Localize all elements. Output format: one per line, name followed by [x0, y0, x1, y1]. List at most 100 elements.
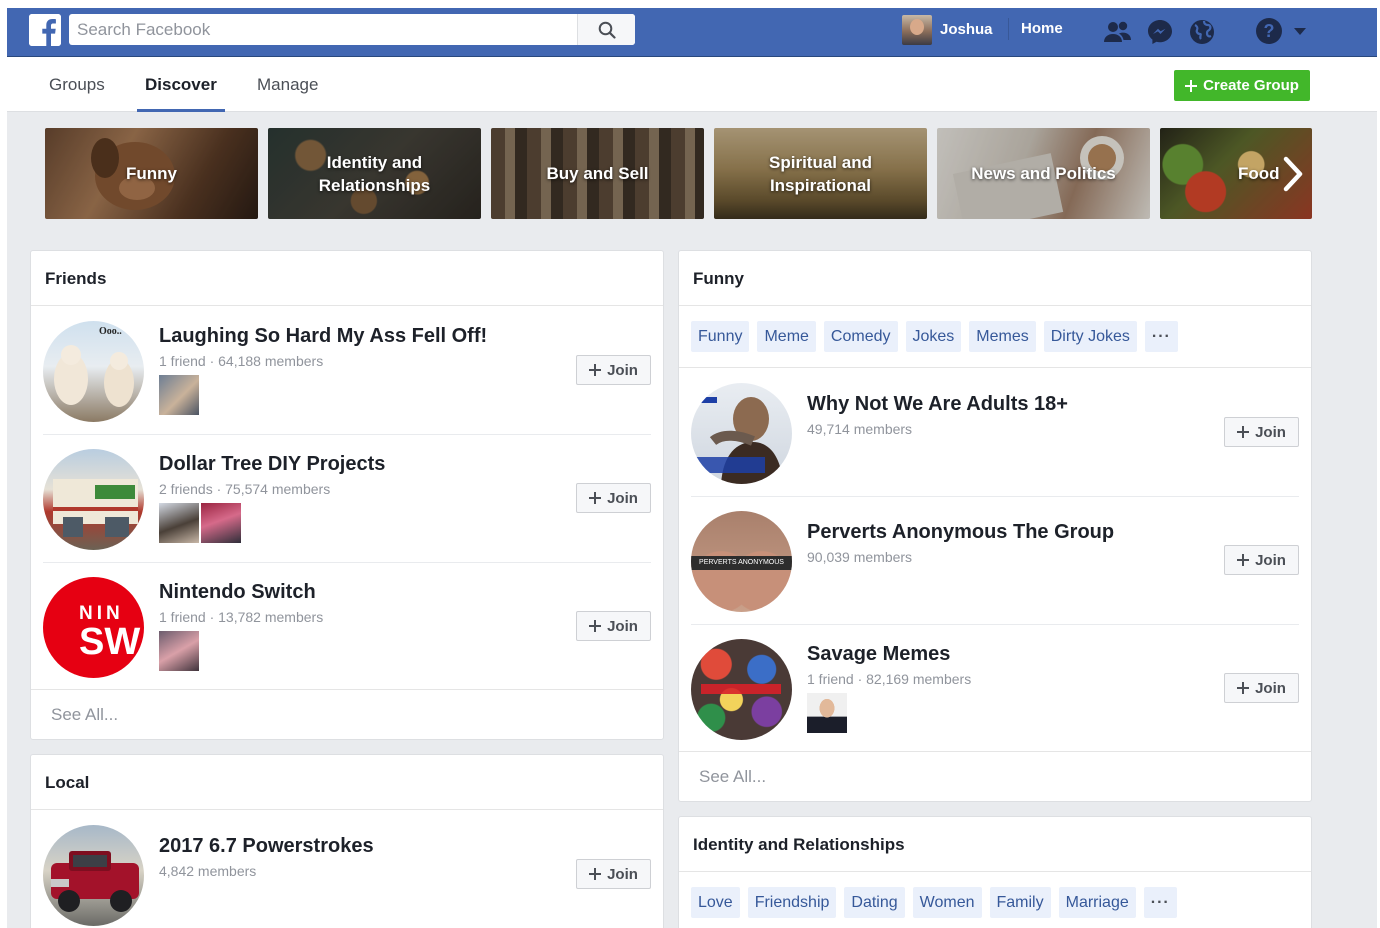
join-label: Join: [607, 489, 638, 507]
avatar: [902, 14, 932, 45]
group-avatar: [43, 825, 144, 926]
list-item[interactable]: NIN SW Nintendo Switch 1 friend · 13,782…: [43, 563, 651, 691]
list-item[interactable]: Savage Memes 1 friend · 82,169 members J…: [691, 625, 1299, 753]
more-tags-button[interactable]: ···: [1144, 321, 1178, 352]
join-button[interactable]: Join: [1224, 545, 1299, 575]
plus-icon: [589, 492, 602, 504]
card-title: Funny: [679, 251, 1311, 306]
join-label: Join: [1255, 423, 1286, 441]
profile-link[interactable]: Joshua: [902, 14, 993, 45]
category-spiritual-inspirational[interactable]: Spiritual and Inspirational: [714, 128, 927, 219]
list-item[interactable]: 2017 6.7 Powerstrokes 4,842 members Join: [43, 811, 651, 928]
tag-family[interactable]: Family: [989, 887, 1051, 918]
friend-avatars: [159, 631, 199, 671]
friend-avatar[interactable]: [807, 693, 847, 733]
tag-memes[interactable]: Memes: [969, 321, 1036, 352]
plus-icon: [589, 868, 602, 880]
friend-requests-icon[interactable]: [1097, 16, 1139, 48]
divider: [679, 367, 1311, 368]
tag-love[interactable]: Love: [691, 887, 740, 918]
account-menu-chevron-icon[interactable]: [1293, 26, 1307, 36]
friends-groups-card: Friends Ooo.. Laughing So Hard My Ass Fe…: [30, 250, 664, 740]
notifications-globe-icon[interactable]: [1181, 16, 1223, 48]
friend-avatar[interactable]: [159, 375, 199, 415]
tag-comedy[interactable]: Comedy: [823, 321, 898, 352]
group-meta: 1 friend · 82,169 members: [807, 671, 972, 687]
category-food[interactable]: Food: [1160, 128, 1312, 219]
join-label: Join: [1255, 551, 1286, 569]
friend-avatar[interactable]: [159, 503, 199, 543]
tag-women[interactable]: Women: [912, 887, 982, 918]
join-button[interactable]: Join: [576, 483, 651, 513]
tag-marriage[interactable]: Marriage: [1058, 887, 1136, 918]
group-avatar: [691, 639, 792, 740]
svg-text:?: ?: [1264, 21, 1275, 41]
group-meta: 49,714 members: [807, 421, 913, 437]
list-item[interactable]: Why Not We Are Adults 18+ 49,714 members…: [691, 369, 1299, 497]
group-title[interactable]: 2017 6.7 Powerstrokes: [159, 835, 374, 858]
join-button[interactable]: Join: [576, 859, 651, 889]
facebook-logo-icon[interactable]: [29, 14, 61, 46]
group-avatar: Ooo..: [43, 321, 144, 422]
card-title: Friends: [31, 251, 663, 306]
category-news-politics[interactable]: News and Politics: [937, 128, 1150, 219]
list-item[interactable]: PERVERTS ANONYMOUS Perverts Anonymous Th…: [691, 497, 1299, 625]
tag-funny[interactable]: Funny: [691, 321, 750, 352]
home-link[interactable]: Home: [1008, 18, 1063, 40]
see-all-link[interactable]: See All...: [679, 751, 1311, 801]
plus-icon: [1237, 682, 1250, 694]
friend-avatar[interactable]: [201, 503, 241, 543]
tag-jokes[interactable]: Jokes: [905, 321, 962, 352]
identity-relationships-card: Identity and Relationships Love Friendsh…: [678, 816, 1312, 928]
category-label: Food: [1238, 164, 1280, 183]
create-group-button[interactable]: Create Group: [1174, 70, 1310, 101]
join-label: Join: [607, 865, 638, 883]
group-avatar: [43, 449, 144, 550]
more-tags-button[interactable]: ···: [1143, 887, 1177, 918]
group-title[interactable]: Why Not We Are Adults 18+: [807, 393, 1068, 416]
category-buy-sell[interactable]: Buy and Sell: [491, 128, 704, 219]
join-button[interactable]: Join: [576, 355, 651, 385]
app-frame: Joshua Home: [7, 8, 1377, 928]
category-funny[interactable]: Funny: [45, 128, 258, 219]
join-button[interactable]: Join: [1224, 673, 1299, 703]
tab-manage[interactable]: Manage: [249, 57, 326, 112]
tag-list: Love Friendship Dating Women Family Marr…: [691, 887, 1177, 918]
tab-groups[interactable]: Groups: [41, 57, 113, 112]
list-item[interactable]: Dollar Tree DIY Projects 2 friends · 75,…: [43, 435, 651, 563]
messenger-icon[interactable]: [1139, 16, 1181, 48]
tag-meme[interactable]: Meme: [757, 321, 816, 352]
tag-dirty-jokes[interactable]: Dirty Jokes: [1043, 321, 1137, 352]
search-button[interactable]: [577, 14, 635, 45]
friend-avatar[interactable]: [159, 631, 199, 671]
category-identity-relationships[interactable]: Identity and Relationships: [268, 128, 481, 219]
tag-friendship[interactable]: Friendship: [747, 887, 837, 918]
category-label: Buy and Sell: [546, 164, 649, 183]
join-button[interactable]: Join: [576, 611, 651, 641]
group-avatar: PERVERTS ANONYMOUS: [691, 511, 792, 612]
search-icon: [598, 21, 616, 39]
join-button[interactable]: Join: [1224, 417, 1299, 447]
groups-subnav: Groups Discover Manage Create Group: [7, 57, 1377, 112]
join-label: Join: [607, 361, 638, 379]
group-title[interactable]: Laughing So Hard My Ass Fell Off!: [159, 325, 487, 348]
group-title[interactable]: Nintendo Switch: [159, 581, 316, 604]
group-title[interactable]: Dollar Tree DIY Projects: [159, 453, 385, 476]
category-label: Funny: [126, 164, 177, 183]
help-menu[interactable]: ?: [1255, 16, 1315, 46]
carousel-next-icon[interactable]: [1278, 156, 1308, 192]
list-item[interactable]: Ooo.. Laughing So Hard My Ass Fell Off! …: [43, 307, 651, 435]
search-input[interactable]: [69, 14, 575, 45]
plus-icon: [1237, 554, 1250, 566]
group-meta: 2 friends · 75,574 members: [159, 481, 331, 497]
plus-icon: [589, 620, 602, 632]
top-icon-group: [1097, 16, 1223, 48]
group-title[interactable]: Savage Memes: [807, 643, 950, 666]
tag-dating[interactable]: Dating: [844, 887, 905, 918]
group-avatar: [691, 383, 792, 484]
see-all-link[interactable]: See All...: [31, 689, 663, 739]
svg-text:Ooo..: Ooo..: [99, 326, 122, 337]
tab-discover[interactable]: Discover: [137, 57, 225, 112]
plus-icon: [589, 364, 602, 376]
group-title[interactable]: Perverts Anonymous The Group: [807, 521, 1114, 544]
